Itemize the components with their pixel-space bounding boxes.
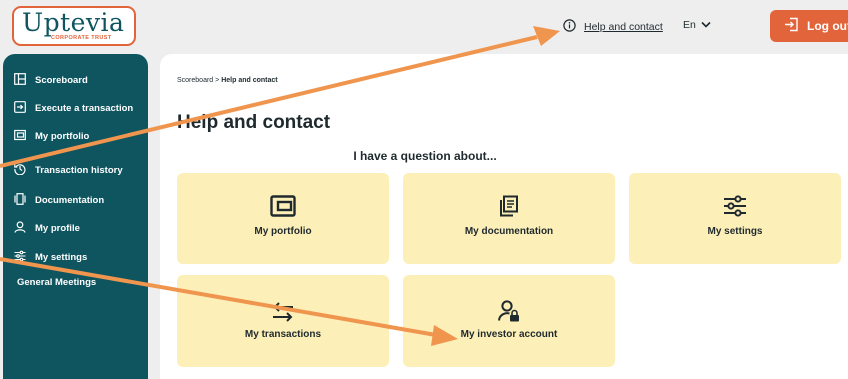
help-link-label: Help and contact xyxy=(584,21,663,33)
settings-sliders-icon xyxy=(629,195,841,217)
wallet-icon xyxy=(14,129,26,144)
card-my-investor-account[interactable]: My investor account xyxy=(403,275,615,367)
card-label: My portfolio xyxy=(254,226,312,237)
uptevia-logo[interactable]: Uptevia CORPORATE TRUST xyxy=(12,6,136,46)
scoreboard-icon xyxy=(14,72,26,88)
section-subheading: I have a question about... xyxy=(353,149,497,163)
user-icon xyxy=(14,220,26,236)
settings-sliders-icon xyxy=(14,250,26,265)
breadcrumb: Scoreboard > Help and contact xyxy=(177,77,278,84)
documentation-icon xyxy=(14,192,26,208)
sidebar-item-execute-transaction[interactable]: Execute a transaction xyxy=(14,99,133,117)
sidebar-item-general-meetings[interactable]: General Meetings xyxy=(17,273,96,291)
sidebar-item-scoreboard[interactable]: Scoreboard xyxy=(14,71,88,89)
breadcrumb-current: Help and contact xyxy=(221,77,278,84)
sidebar-item-label: Execute a transaction xyxy=(35,102,134,114)
language-label: En xyxy=(683,19,696,31)
chevron-down-icon xyxy=(701,19,711,31)
sidebar-item-label: Documentation xyxy=(35,194,105,206)
sidebar-item-my-profile[interactable]: My profile xyxy=(14,219,80,237)
sidebar-item-transaction-history[interactable]: Transaction history xyxy=(14,161,123,179)
transfer-arrows-icon xyxy=(177,302,389,322)
sidebar-item-label: My settings xyxy=(35,251,88,263)
card-my-transactions[interactable]: My transactions xyxy=(177,275,389,367)
documentation-icon xyxy=(403,195,615,217)
card-label: My settings xyxy=(707,226,763,237)
wallet-icon xyxy=(177,195,389,217)
execute-transaction-icon xyxy=(14,100,26,116)
sidebar-item-label: Scoreboard xyxy=(35,74,88,86)
sidebar-item-label: My portfolio xyxy=(35,130,90,142)
user-lock-icon xyxy=(403,300,615,322)
sidebar-item-documentation[interactable]: Documentation xyxy=(14,191,104,209)
card-label: My investor account xyxy=(460,329,558,340)
logo-tagline: CORPORATE TRUST xyxy=(51,35,112,41)
info-icon xyxy=(563,19,576,35)
sidebar-item-my-settings[interactable]: My settings xyxy=(14,248,87,266)
card-my-settings[interactable]: My settings xyxy=(629,173,841,264)
sidebar-item-label: My profile xyxy=(35,222,80,234)
page-title: Help and contact xyxy=(177,112,331,133)
annotation-arrowhead-help xyxy=(533,26,560,46)
history-icon xyxy=(14,163,26,178)
card-label: My documentation xyxy=(464,226,554,237)
breadcrumb-root[interactable]: Scoreboard xyxy=(177,77,213,84)
sidebar-item-label: Transaction history xyxy=(35,164,123,176)
breadcrumb-separator: > xyxy=(215,77,220,84)
card-my-documentation[interactable]: My documentation xyxy=(403,173,615,264)
language-selector[interactable]: En xyxy=(683,19,711,31)
logout-button[interactable]: Log out xyxy=(770,10,848,42)
sidebar-item-my-portfolio[interactable]: My portfolio xyxy=(14,127,89,145)
card-label: My transactions xyxy=(244,329,322,340)
logo-wordmark: Uptevia xyxy=(22,8,125,37)
card-my-portfolio[interactable]: My portfolio xyxy=(177,173,389,264)
help-and-contact-link[interactable]: Help and contact xyxy=(563,18,663,36)
sidebar-item-label: General Meetings xyxy=(17,276,97,288)
logout-icon xyxy=(784,17,799,35)
logout-label: Log out xyxy=(807,19,848,33)
